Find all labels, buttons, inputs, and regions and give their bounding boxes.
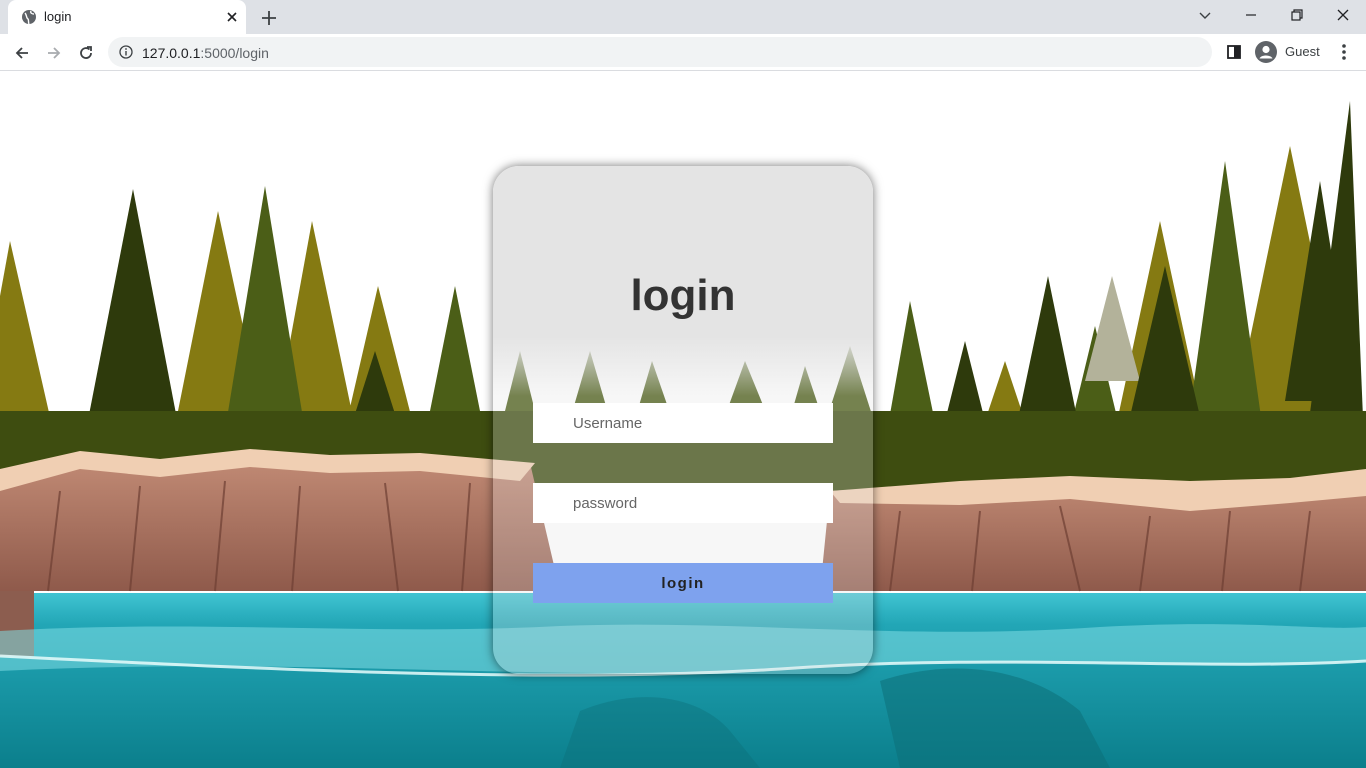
minimize-icon <box>1246 14 1256 16</box>
minimize-button[interactable] <box>1228 0 1274 30</box>
profile-button[interactable]: Guest <box>1252 38 1326 66</box>
close-icon <box>1337 9 1349 21</box>
card-fade <box>493 336 873 396</box>
forward-button[interactable] <box>41 40 67 66</box>
browser-titlebar: login <box>0 0 1366 34</box>
browser-toolbar: 127.0.0.1:5000/login Guest <box>0 34 1366 71</box>
chevron-down-icon <box>1199 12 1211 19</box>
restore-icon <box>1291 9 1303 21</box>
tree-distant <box>1085 276 1140 381</box>
url-path: :5000/login <box>200 45 269 61</box>
arrow-left-icon <box>15 47 28 59</box>
login-button[interactable]: login <box>533 563 833 603</box>
close-icon[interactable] <box>224 9 240 25</box>
tab-title: login <box>44 9 72 24</box>
url-host: 127.0.0.1 <box>142 45 201 61</box>
url-text[interactable]: 127.0.0.1:5000/login <box>142 45 269 61</box>
globe-icon <box>22 10 36 25</box>
back-button[interactable] <box>9 40 35 66</box>
info-icon[interactable] <box>119 45 133 59</box>
username-input[interactable] <box>533 403 833 443</box>
reload-icon <box>80 46 92 59</box>
reload-button[interactable] <box>73 40 99 66</box>
page-title: login <box>630 271 736 320</box>
plus-icon[interactable] <box>258 7 280 29</box>
side-panel-icon[interactable] <box>1222 40 1246 64</box>
avatar-icon <box>1255 41 1277 63</box>
profile-label: Guest <box>1285 44 1320 59</box>
arrow-right-icon <box>48 47 61 59</box>
login-card: login login <box>493 166 873 674</box>
kebab-menu-icon[interactable] <box>1334 40 1354 64</box>
restore-button[interactable] <box>1274 0 1320 30</box>
page-content: login login <box>0 71 1366 768</box>
browser-tab[interactable]: login <box>8 0 246 34</box>
address-bar[interactable]: 127.0.0.1:5000/login <box>108 37 1212 67</box>
tab-search-button[interactable] <box>1182 0 1228 30</box>
close-window-button[interactable] <box>1320 0 1366 30</box>
password-input[interactable] <box>533 483 833 523</box>
